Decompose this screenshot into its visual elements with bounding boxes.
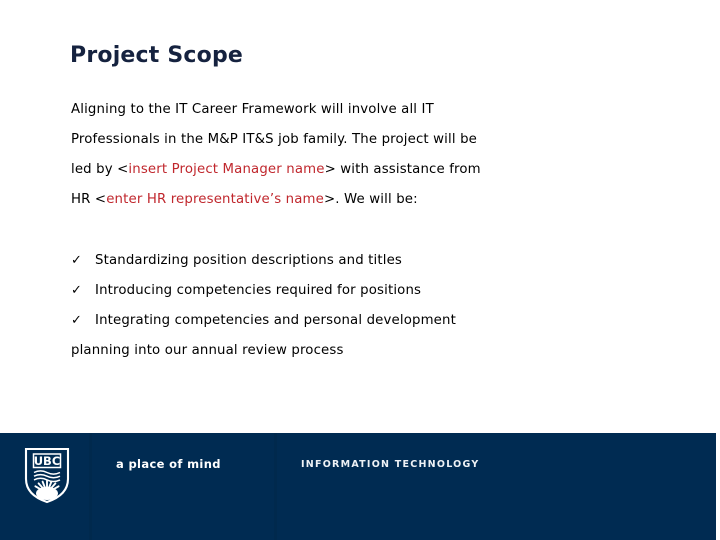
- paragraph-line-1-segment-1: Aligning to the IT Career Framework will…: [71, 102, 434, 117]
- check-icon: ✓: [71, 313, 83, 328]
- paragraph-line: led by <insert Project Manager name> wit…: [71, 155, 661, 185]
- paragraph-line: HR <enter HR representative’s name>. We …: [71, 185, 661, 215]
- paragraph-line-3-segment-3: > with assistance from: [324, 162, 481, 177]
- list-item: ✓ Standardizing position descriptions and…: [71, 246, 661, 276]
- page-title: Project Scope: [70, 43, 244, 68]
- ubc-tagline: a place of mind: [116, 457, 221, 471]
- paragraph-line-2-segment-1: Professionals in the M&P IT&S job family…: [71, 132, 478, 147]
- footer-tagline-panel: a place of mind: [92, 433, 274, 540]
- footer-bar: a place of mind INFORMATION TECHNOLOGY: [0, 433, 716, 540]
- ubc-logo: UBC: [23, 446, 71, 504]
- paragraph-line: Professionals in the M&P IT&S job family…: [71, 125, 661, 155]
- ubc-shield-icon: UBC: [24, 447, 70, 504]
- paragraph-line: Aligning to the IT Career Framework will…: [71, 95, 661, 125]
- paragraph-line-4-segment-3: >. We will be:: [323, 192, 418, 207]
- list-item-continuation: planning into our annual review process: [71, 343, 344, 358]
- placeholder-project-manager-name: insert Project Manager name: [128, 162, 325, 177]
- body-paragraph: Aligning to the IT Career Framework will…: [71, 95, 661, 215]
- paragraph-line-3-segment-1: led by <: [71, 162, 129, 177]
- checklist: ✓ Standardizing position descriptions and…: [71, 246, 661, 366]
- list-item-label: Standardizing position descriptions and …: [95, 253, 403, 268]
- paragraph-line-4-segment-1: HR <: [71, 192, 107, 207]
- check-icon: ✓: [71, 253, 83, 268]
- check-icon: ✓: [71, 283, 83, 298]
- department-name: INFORMATION TECHNOLOGY: [301, 459, 480, 470]
- placeholder-hr-representative-name: enter HR representative’s name: [106, 192, 324, 207]
- footer-unit-panel: INFORMATION TECHNOLOGY: [277, 433, 716, 540]
- ubc-logo-text: UBC: [34, 454, 61, 468]
- slide-canvas: Project Scope Aligning to the IT Career …: [0, 0, 720, 540]
- list-item: ✓ Integrating competencies and personal d…: [71, 306, 661, 336]
- list-item-label: Introducing competencies required for po…: [95, 283, 422, 298]
- list-item: ✓ Introducing competencies required for p…: [71, 276, 661, 306]
- list-item-label: Integrating competencies and personal de…: [95, 313, 456, 328]
